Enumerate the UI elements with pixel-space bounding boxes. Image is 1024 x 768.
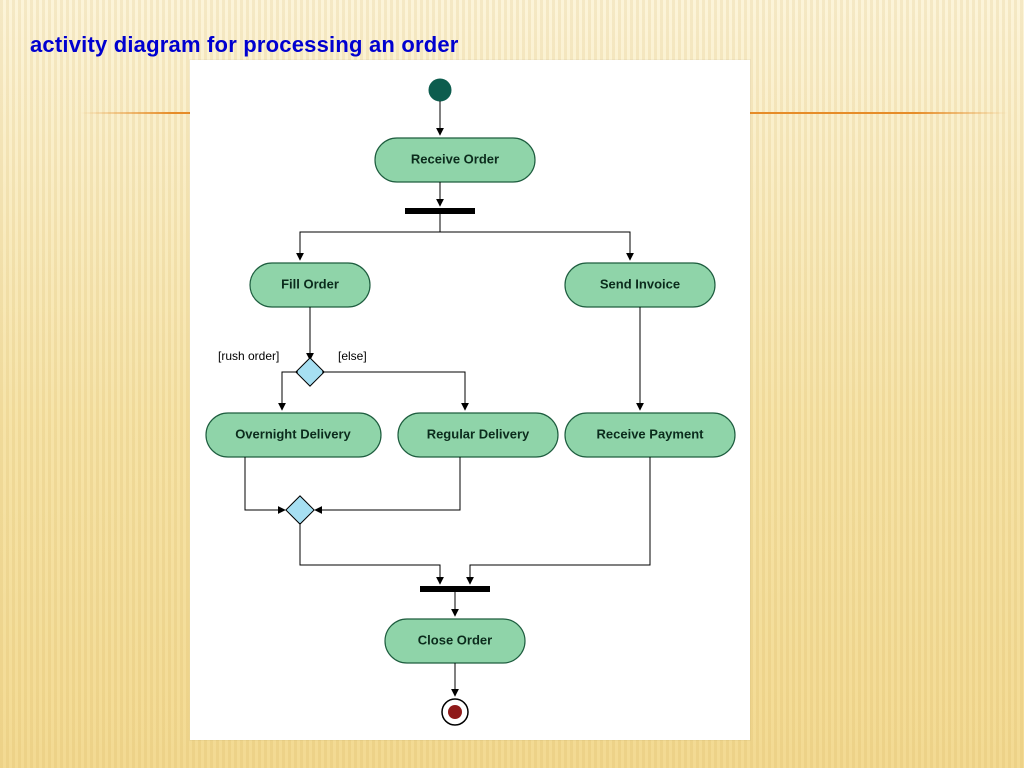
decision-delivery-type bbox=[296, 358, 324, 386]
activity-send-invoice-label: Send Invoice bbox=[600, 276, 680, 291]
guard-rush-label: [rush order] bbox=[218, 349, 279, 363]
final-node-dot bbox=[448, 705, 462, 719]
edge-payment-to-join bbox=[470, 457, 650, 584]
activity-regular-delivery-label: Regular Delivery bbox=[427, 426, 530, 441]
activity-receive-payment-label: Receive Payment bbox=[597, 426, 705, 441]
edge-fork-to-invoice bbox=[440, 214, 630, 260]
page-title: activity diagram for processing an order bbox=[30, 32, 459, 58]
fork-bar bbox=[405, 208, 475, 214]
activity-diagram: Receive Order Fill Order Send Invoice [r… bbox=[190, 60, 750, 740]
initial-node bbox=[429, 79, 451, 101]
join-bar bbox=[420, 586, 490, 592]
activity-fill-order-label: Fill Order bbox=[281, 276, 339, 291]
edge-decision-to-overnight bbox=[282, 372, 298, 410]
merge-delivery bbox=[286, 496, 314, 524]
edge-overnight-to-merge bbox=[245, 457, 285, 510]
diagram-panel: Receive Order Fill Order Send Invoice [r… bbox=[190, 60, 750, 740]
activity-receive-order-label: Receive Order bbox=[411, 151, 499, 166]
edge-fork-to-fill bbox=[300, 214, 440, 260]
edge-merge-to-join bbox=[300, 523, 440, 584]
activity-overnight-delivery-label: Overnight Delivery bbox=[235, 426, 351, 441]
edge-regular-to-merge bbox=[315, 457, 460, 510]
activity-close-order-label: Close Order bbox=[418, 632, 492, 647]
edge-decision-to-regular bbox=[322, 372, 465, 410]
guard-else-label: [else] bbox=[338, 349, 367, 363]
